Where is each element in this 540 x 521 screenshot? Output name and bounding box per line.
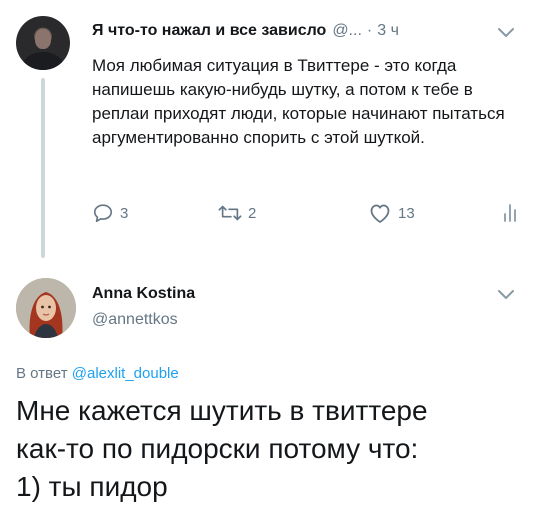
tweet-actions: 3 2 13 — [92, 202, 522, 226]
reply-icon — [93, 204, 113, 223]
header-separator: · — [366, 22, 373, 39]
tweet-text: Мне кажется шутить в твиттере как-то по … — [16, 392, 526, 506]
reply-mention-link[interactable]: @alexlit_double — [72, 365, 179, 382]
author-handle[interactable]: @... — [332, 22, 362, 40]
reply-prefix: В ответ — [16, 365, 68, 382]
heart-icon — [370, 204, 390, 223]
tweet-header: Я что-то нажал и все зависло @... · 3 ч — [92, 22, 399, 40]
author-name[interactable]: Anna Kostina — [92, 285, 195, 303]
like-count: 13 — [398, 204, 415, 222]
reply-count: 3 — [120, 204, 129, 222]
analytics-icon — [504, 204, 516, 222]
reply-context: В ответ @alexlit_double — [16, 365, 179, 382]
tweet-text-line: 1) ты пидор — [16, 471, 168, 502]
tweet-parent[interactable]: Я что-то нажал и все зависло @... · 3 ч … — [0, 0, 540, 258]
tweet-text-line: Мне кажется шутить в твиттере — [16, 395, 428, 426]
reply-button[interactable]: 3 — [92, 202, 128, 224]
avatar-shoulders — [22, 52, 64, 70]
analytics-button[interactable] — [502, 202, 518, 224]
thread-connector-line — [41, 78, 45, 258]
retweet-count: 2 — [248, 204, 257, 222]
tweet-text: Моя любимая ситуация в Твиттере - это ко… — [92, 56, 505, 147]
chevron-down-icon[interactable] — [496, 26, 516, 40]
author-handle[interactable]: @annettkos — [92, 311, 178, 329]
avatar[interactable] — [16, 16, 70, 70]
tweet-text-line: как-то по пидорски потому что: — [16, 433, 419, 464]
retweet-icon — [218, 205, 242, 221]
avatar-image — [16, 278, 76, 338]
like-button[interactable]: 13 — [368, 202, 415, 224]
retweet-button[interactable]: 2 — [218, 202, 256, 224]
avatar-face — [35, 29, 51, 49]
tweet-timestamp[interactable]: 3 ч — [377, 22, 399, 40]
avatar[interactable] — [16, 278, 76, 338]
chevron-down-icon[interactable] — [496, 288, 516, 302]
author-name[interactable]: Я что-то нажал и все зависло — [92, 22, 326, 40]
